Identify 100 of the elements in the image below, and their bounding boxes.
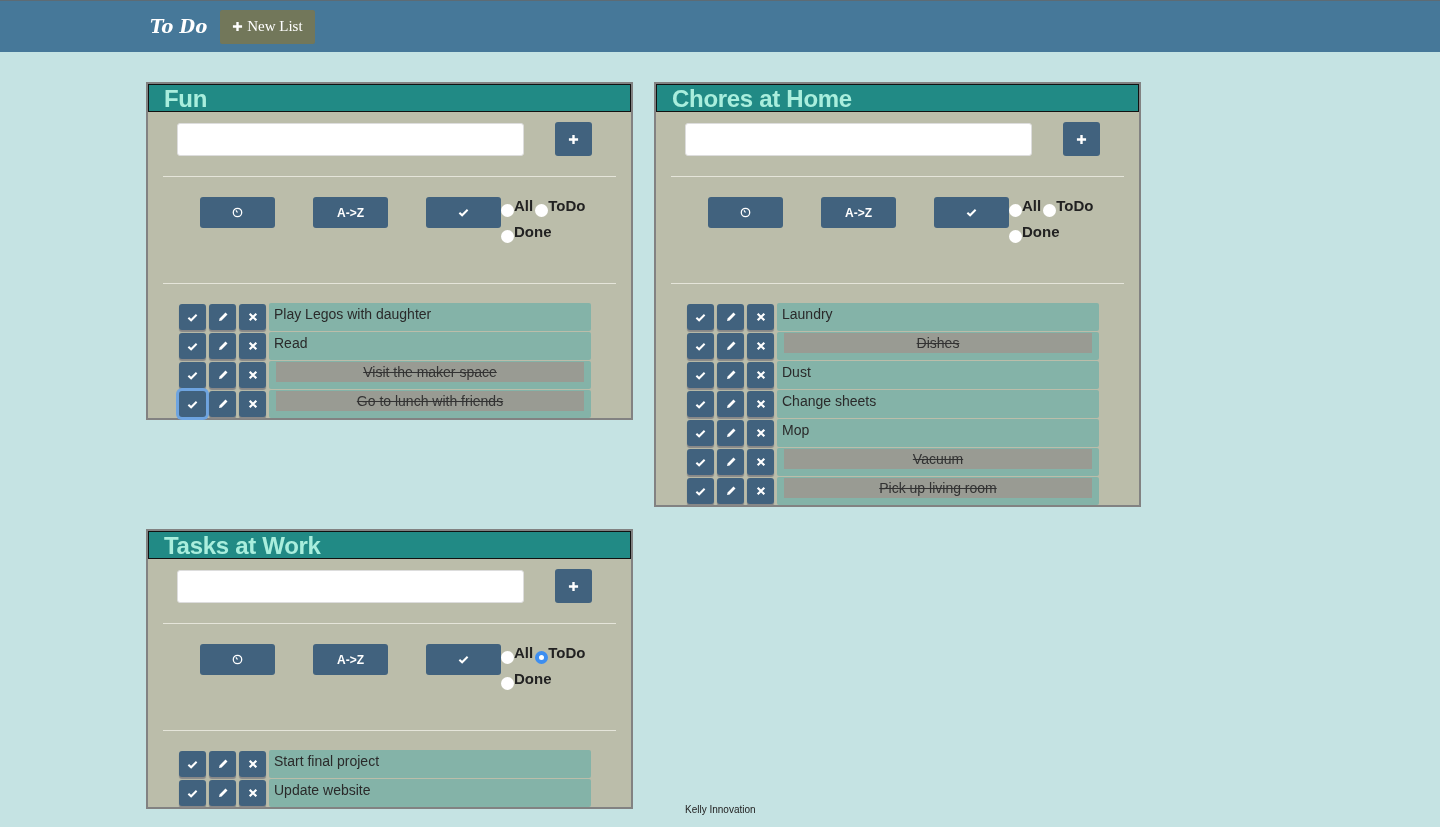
filter-radio[interactable]: [1009, 204, 1022, 217]
delete-button[interactable]: [239, 780, 266, 806]
edit-button[interactable]: [717, 391, 744, 417]
close-icon: [247, 370, 258, 380]
check-icon: [187, 311, 198, 323]
complete-button[interactable]: [179, 780, 206, 806]
done-item-text: Go to lunch with friends: [276, 391, 584, 411]
item-text: Dust: [782, 363, 811, 380]
add-item-button[interactable]: [555, 122, 592, 156]
edit-button[interactable]: [717, 362, 744, 388]
done-item-text: Dishes: [784, 333, 1092, 353]
complete-button[interactable]: [687, 304, 714, 330]
filter-radio[interactable]: [501, 230, 514, 243]
delete-button[interactable]: [747, 362, 774, 388]
filter-radio[interactable]: [501, 677, 514, 690]
pencil-icon: [724, 485, 737, 497]
new-item-input[interactable]: [177, 569, 524, 603]
item-text: Update website: [274, 781, 371, 798]
delete-button[interactable]: [747, 391, 774, 417]
edit-button[interactable]: [209, 362, 236, 388]
pencil-icon: [216, 758, 229, 770]
check-icon: [695, 398, 706, 410]
delete-button[interactable]: [747, 333, 774, 359]
filter-label: ToDo: [548, 644, 586, 661]
edit-button[interactable]: [209, 391, 236, 417]
check-icon: [187, 398, 198, 410]
complete-button[interactable]: [687, 362, 714, 388]
complete-button[interactable]: [179, 751, 206, 777]
item-text: Play Legos with daughter: [274, 305, 432, 322]
edit-button[interactable]: [717, 420, 744, 446]
edit-button[interactable]: [209, 333, 236, 359]
edit-button[interactable]: [209, 751, 236, 777]
pencil-icon: [724, 427, 737, 439]
sort-alpha-button[interactable]: A->Z: [313, 197, 388, 228]
filter-label: Done: [514, 223, 552, 240]
close-icon: [247, 341, 258, 351]
delete-button[interactable]: [239, 333, 266, 359]
close-icon: [755, 370, 766, 380]
pencil-icon: [216, 340, 229, 352]
complete-button[interactable]: [687, 449, 714, 475]
delete-button[interactable]: [239, 751, 266, 777]
delete-button[interactable]: [747, 304, 774, 330]
filter-radio[interactable]: [1043, 204, 1057, 217]
sort-alpha-button[interactable]: A->Z: [313, 644, 388, 675]
check-icon: [187, 787, 198, 799]
check-icon: [458, 654, 469, 665]
pencil-icon: [724, 456, 737, 468]
pencil-icon: [724, 311, 737, 323]
close-icon: [755, 312, 766, 322]
delete-button[interactable]: [747, 478, 774, 504]
filter-radio[interactable]: [535, 204, 549, 217]
delete-button[interactable]: [747, 420, 774, 446]
check-icon: [695, 427, 706, 439]
delete-button[interactable]: [239, 391, 266, 417]
filter-label: All: [1022, 197, 1042, 214]
plus-icon: [568, 580, 579, 592]
check-icon: [187, 340, 198, 352]
complete-button[interactable]: [179, 304, 206, 330]
edit-button[interactable]: [717, 478, 744, 504]
delete-button[interactable]: [239, 362, 266, 388]
add-item-button[interactable]: [1063, 122, 1100, 156]
complete-button[interactable]: [179, 391, 206, 417]
new-list-button[interactable]: New List: [220, 9, 315, 44]
plus-icon: [1076, 133, 1087, 145]
edit-button[interactable]: [717, 333, 744, 359]
filter-radio[interactable]: [535, 651, 549, 664]
filter-radio[interactable]: [501, 651, 514, 664]
delete-button[interactable]: [747, 449, 774, 475]
new-item-input[interactable]: [685, 122, 1032, 156]
edit-button[interactable]: [717, 304, 744, 330]
check-icon: [187, 758, 198, 770]
check-icon: [458, 207, 469, 218]
delete-button[interactable]: [239, 304, 266, 330]
close-icon: [755, 399, 766, 409]
close-icon: [755, 428, 766, 438]
item-text: Laundry: [782, 305, 833, 322]
complete-button[interactable]: [179, 333, 206, 359]
filter-radio[interactable]: [1009, 230, 1022, 243]
close-icon: [247, 399, 258, 409]
filter-radio[interactable]: [501, 204, 514, 217]
filter-label: ToDo: [1056, 197, 1094, 214]
list-title: Fun: [148, 84, 631, 112]
pencil-icon: [724, 398, 737, 410]
add-item-button[interactable]: [555, 569, 592, 603]
complete-button[interactable]: [687, 420, 714, 446]
new-item-input[interactable]: [177, 122, 524, 156]
complete-button[interactable]: [687, 478, 714, 504]
sort-alpha-button[interactable]: A->Z: [821, 197, 896, 228]
list-title: Tasks at Work: [148, 531, 631, 559]
check-icon: [695, 456, 706, 468]
close-icon: [247, 312, 258, 322]
complete-button[interactable]: [687, 391, 714, 417]
complete-button[interactable]: [687, 333, 714, 359]
edit-button[interactable]: [209, 304, 236, 330]
plus-icon: [232, 21, 244, 32]
check-icon: [695, 311, 706, 323]
pencil-icon: [216, 311, 229, 323]
edit-button[interactable]: [717, 449, 744, 475]
edit-button[interactable]: [209, 780, 236, 806]
complete-button[interactable]: [179, 362, 206, 388]
